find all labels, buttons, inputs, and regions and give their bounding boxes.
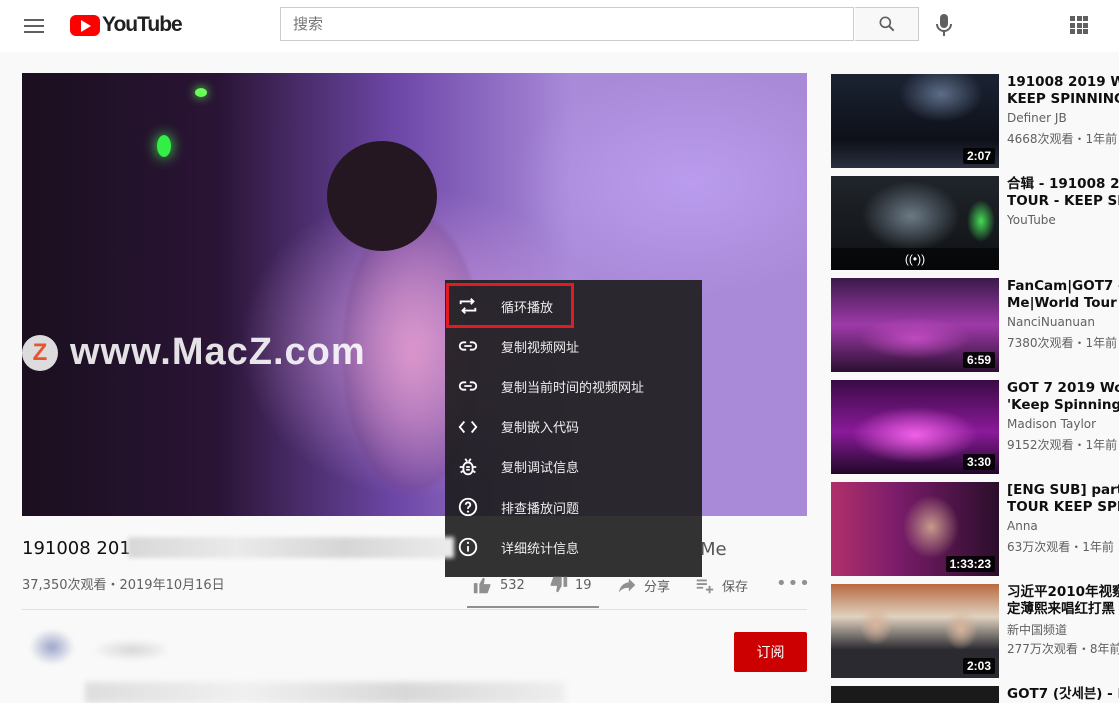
video-thumbnail[interactable]: ((•)) (831, 176, 999, 270)
recommendation-title[interactable]: GOT 7 2019 World 'Keep Spinning' 0 (1007, 380, 1119, 414)
recommendation-meta: 277万次观看・8年前 (1007, 642, 1119, 656)
view-count-date: 37,350次观看・2019年10月16日 (22, 578, 225, 593)
recommendation-meta: 63万次观看・1年前 (1007, 540, 1114, 554)
play-logo-icon (70, 14, 100, 36)
duration-badge: 3:30 (962, 454, 995, 470)
like-count: 532 (500, 577, 525, 593)
menu-item-label: 详细统计信息 (501, 541, 580, 557)
live-badge: ((•)) (831, 248, 999, 270)
annotation-highlight-box (446, 283, 574, 328)
duration-badge: 2:03 (962, 658, 995, 674)
video-title: 191008 2019 (22, 538, 143, 559)
more-actions-icon[interactable]: ••• (776, 573, 811, 594)
recommendation-meta: 4668次观看・1年前 (1007, 132, 1118, 146)
youtube-logo[interactable]: YouTube (70, 13, 183, 37)
dislike-count: 19 (575, 577, 592, 593)
share-icon (618, 578, 636, 593)
search-box[interactable] (280, 7, 854, 41)
recommendation-channel[interactable]: YouTube (1007, 213, 1056, 227)
video-thumbnail[interactable] (831, 686, 999, 703)
recommendation-title[interactable]: 习近平2010年视察 定薄熙来唱红打黑 (1007, 584, 1119, 618)
embed-code-icon (458, 420, 478, 433)
microphone-icon[interactable] (934, 13, 954, 37)
share-button[interactable]: 分享 (616, 574, 670, 596)
video-thumbnail[interactable]: 2:03 (831, 584, 999, 678)
video-thumbnail[interactable]: 1:33:23 (831, 482, 999, 576)
video-frame-lightstick (157, 135, 171, 157)
menu-item-troubleshoot[interactable]: 排查播放问题 (445, 487, 702, 527)
recommendation-channel[interactable]: Definer JB (1007, 111, 1067, 125)
like-dislike-bar (467, 606, 599, 608)
recommendation-item[interactable]: 6:59 FanCam|GOT7 - S Me|World Tour "K Na… (831, 278, 1119, 372)
recommendation-meta: 9152次观看・1年前 (1007, 438, 1118, 452)
watermark-badge: Z (32, 338, 48, 366)
recommendation-title[interactable]: 191008 2019 WO KEEP SPINNING i (1007, 74, 1119, 108)
menu-item-stats[interactable]: 详细统计信息 (445, 527, 702, 567)
thumbs-up-icon (473, 577, 491, 594)
watermark: Z www.MacZ.com (22, 331, 366, 374)
menu-item-label: 排查播放问题 (501, 501, 580, 517)
menu-item-copy-url-at-time[interactable]: 复制当前时间的视频网址 (445, 366, 702, 406)
duration-badge: 6:59 (962, 352, 995, 368)
info-icon (458, 538, 478, 557)
link-icon (458, 341, 478, 351)
video-thumbnail[interactable]: 6:59 (831, 278, 999, 372)
menu-item-label: 复制嵌入代码 (501, 421, 580, 437)
link-icon (458, 381, 478, 392)
divider (22, 609, 807, 610)
menu-item-copy-debug[interactable]: 复制调试信息 (445, 447, 702, 487)
recommendation-item[interactable]: 2:03 习近平2010年视察 定薄熙来唱红打黑 新中国频道 277万次观看・8… (831, 584, 1119, 678)
recommendation-channel[interactable]: 新中国频道 (1007, 621, 1067, 638)
channel-info-redacted (22, 622, 167, 672)
recommendation-title[interactable]: GOT7 (갓세븐) - KE (1007, 686, 1119, 703)
save-button[interactable]: 保存 (694, 574, 748, 596)
recommendation-channel[interactable]: Madison Taylor (1007, 417, 1096, 431)
title-redaction (128, 537, 454, 558)
share-label: 分享 (644, 579, 671, 595)
video-thumbnail[interactable]: 2:07 (831, 74, 999, 168)
bug-icon (459, 458, 477, 476)
video-frame-head (327, 141, 437, 251)
watermark-text: www.MacZ.com (70, 331, 366, 373)
duration-badge: 1:33:23 (945, 556, 995, 572)
recommendation-channel[interactable]: NanciNuanuan (1007, 315, 1095, 329)
recommendation-item[interactable]: ((•)) 合辑 - 191008 20 TOUR - KEEP SPI You… (831, 176, 1119, 270)
recommendation-title[interactable]: 合辑 - 191008 20 TOUR - KEEP SPI (1007, 176, 1119, 210)
thumbs-down-icon (550, 576, 568, 593)
live-icon: ((•)) (904, 252, 926, 266)
help-icon (458, 497, 478, 517)
save-label: 保存 (722, 579, 749, 595)
add-to-playlist-icon (696, 579, 714, 594)
video-title-end: Me (700, 539, 727, 560)
apps-grid-icon[interactable] (1070, 16, 1088, 34)
recommendation-item[interactable]: GOT7 (갓세븐) - KE (831, 686, 1119, 703)
recommendation-item[interactable]: 2:07 191008 2019 WO KEEP SPINNING i Defi… (831, 74, 1119, 168)
recommendation-item[interactable]: 3:30 GOT 7 2019 World 'Keep Spinning' 0 … (831, 380, 1119, 474)
menu-item-label: 复制视频网址 (501, 340, 580, 356)
dislike-button[interactable]: 19 (547, 574, 592, 596)
menu-item-copy-url[interactable]: 复制视频网址 (445, 326, 702, 366)
video-thumbnail[interactable]: 3:30 (831, 380, 999, 474)
watermark-logo: Z (22, 334, 58, 371)
menu-item-label: 复制调试信息 (501, 461, 580, 477)
hamburger-menu-icon[interactable] (24, 16, 44, 36)
recommendation-meta: 7380次观看・1年前 (1007, 336, 1118, 350)
recommendation-item[interactable]: 1:33:23 [ENG SUB] part 2 TOUR KEEP SPIN … (831, 482, 1119, 576)
logo-text: YouTube (102, 13, 183, 36)
recommendation-title[interactable]: [ENG SUB] part 2 TOUR KEEP SPIN (1007, 482, 1119, 516)
search-input[interactable] (281, 8, 853, 40)
menu-item-label: 复制当前时间的视频网址 (501, 380, 645, 396)
description-redacted (85, 682, 565, 703)
search-icon (879, 16, 895, 32)
recommendation-title[interactable]: FanCam|GOT7 - S Me|World Tour "K (1007, 278, 1119, 312)
video-frame-lightstick-2 (195, 88, 207, 97)
duration-badge: 2:07 (962, 148, 995, 164)
search-button[interactable] (855, 7, 919, 41)
menu-item-copy-embed[interactable]: 复制嵌入代码 (445, 407, 702, 447)
like-button[interactable]: 532 (472, 574, 525, 596)
subscribe-button[interactable]: 订阅 (734, 632, 807, 672)
recommendation-channel[interactable]: Anna (1007, 519, 1038, 533)
